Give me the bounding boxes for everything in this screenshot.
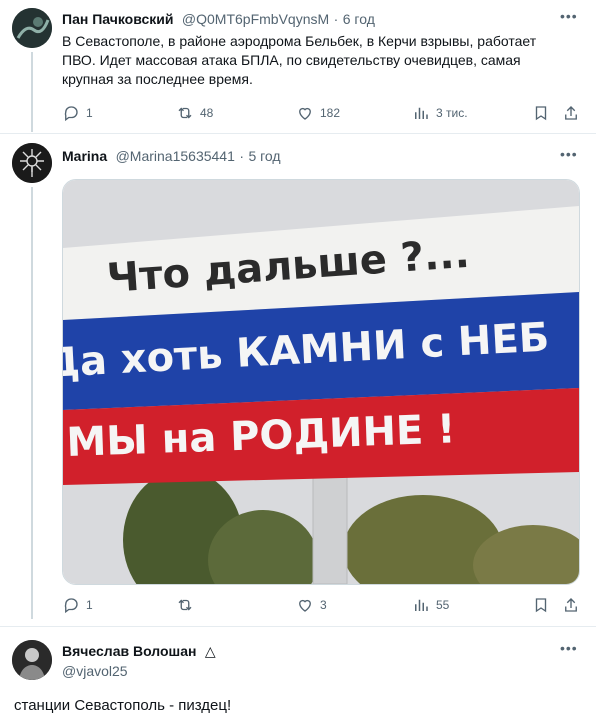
separator: · (239, 148, 244, 164)
reply-icon (64, 598, 78, 614)
like-icon (299, 599, 311, 612)
user-handle[interactable]: @Marina15635441 (116, 148, 235, 164)
thread-line (31, 52, 33, 132)
timestamp[interactable]: 6 год (343, 11, 375, 27)
like-count: 182 (320, 106, 341, 120)
views-button[interactable]: 55 (412, 596, 449, 614)
views-icon (415, 599, 428, 611)
more-icon[interactable]: ••• (560, 8, 578, 24)
views-count: 3 тис. (436, 106, 468, 120)
like-icon (299, 107, 311, 120)
views-count: 55 (436, 598, 450, 612)
like-count: 3 (320, 598, 327, 612)
bookmark-button[interactable] (532, 596, 550, 614)
share-icon (565, 598, 577, 612)
like-button[interactable]: 3 (296, 596, 327, 614)
display-name[interactable]: Пан Пачковский (62, 11, 173, 27)
user-handle[interactable]: @vjavol25 (62, 663, 128, 679)
divider (0, 133, 596, 134)
thread-line (31, 187, 33, 619)
bookmark-button[interactable] (532, 104, 550, 122)
timestamp[interactable]: 5 год (248, 148, 280, 164)
reply-count: 1 (86, 106, 93, 120)
reply-button[interactable]: 1 (62, 596, 93, 614)
tweet-text: В Севастополе, в районе аэродрома Бельбе… (62, 33, 537, 87)
reply-count: 1 (86, 598, 93, 612)
views-icon (415, 107, 428, 119)
share-button[interactable] (562, 104, 580, 122)
like-button[interactable]: 182 (296, 104, 340, 122)
share-button[interactable] (562, 596, 580, 614)
display-name[interactable]: Вячеслав Волошан (62, 643, 196, 659)
name-badge: △ (204, 643, 216, 659)
share-icon (565, 106, 577, 120)
retweet-button[interactable]: 48 (176, 104, 213, 122)
bookmark-icon (535, 106, 547, 121)
retweet-button[interactable] (176, 596, 200, 614)
bookmark-icon (535, 598, 547, 613)
tweet-image[interactable]: Что дальше ?... Да хоть КАМНИ с НЕБ МЫ н… (62, 179, 580, 585)
retweet-count: 48 (200, 106, 214, 120)
avatar[interactable] (12, 640, 52, 680)
more-icon[interactable]: ••• (560, 640, 578, 656)
avatar[interactable] (12, 8, 52, 48)
separator: · (333, 11, 339, 27)
reply-button[interactable]: 1 (62, 104, 93, 122)
tweet-text: станции Севастополь - пиздец! (14, 697, 232, 714)
more-icon[interactable]: ••• (560, 146, 578, 162)
display-name[interactable]: Marina (62, 148, 107, 164)
retweet-icon (178, 107, 192, 119)
views-button[interactable]: 3 тис. (412, 104, 468, 122)
divider (0, 626, 596, 627)
avatar[interactable] (12, 143, 52, 183)
reply-icon (64, 106, 78, 122)
user-handle[interactable]: @Q0MT6pFmbVqynsM (182, 11, 329, 27)
retweet-icon (178, 599, 192, 611)
